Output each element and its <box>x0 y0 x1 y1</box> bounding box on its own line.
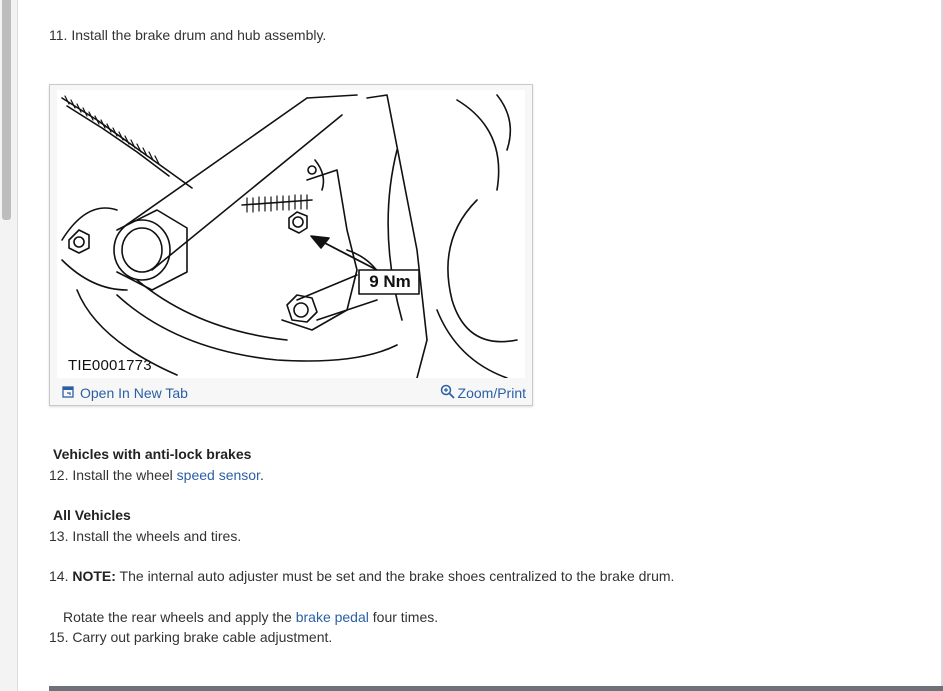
bottom-divider-bar <box>49 686 943 691</box>
note-text: The internal auto adjuster must be set a… <box>115 568 675 584</box>
figure-caption: TIE0001773 <box>68 357 152 374</box>
step-text-after: . <box>259 467 264 483</box>
step-text-before: Rotate the rear wheels and apply the <box>63 609 296 625</box>
open-new-tab-icon <box>62 385 74 401</box>
step-number: 14. <box>49 568 69 584</box>
brake-diagram-image[interactable]: 9 Nm TIE0001773 <box>57 90 525 378</box>
step-number: 13. <box>49 528 69 544</box>
step-number: 12. <box>49 467 69 483</box>
figure-links: Open In New Tab Zoom/Print <box>50 381 532 405</box>
all-vehicles-subheading: All Vehicles <box>53 507 131 523</box>
step-text-before: Install the wheel <box>72 467 177 483</box>
note-label: NOTE: <box>72 568 116 584</box>
brake-pedal-link[interactable]: brake pedal <box>296 609 369 625</box>
step-text: Install the brake drum and hub assembly. <box>71 27 327 43</box>
zoom-print-link[interactable]: Zoom/Print <box>440 384 526 402</box>
step-11: 11. Install the brake drum and hub assem… <box>49 27 326 43</box>
diagram-figure: 9 Nm TIE0001773 Open In New Tab Zoom/Pri… <box>49 84 533 406</box>
step-text: Install the wheels and tires. <box>72 528 242 544</box>
open-in-new-tab-label[interactable]: Open In New Tab <box>80 385 188 401</box>
abs-subheading: Vehicles with anti-lock brakes <box>53 446 252 462</box>
step-13: 13. Install the wheels and tires. <box>49 528 241 544</box>
speed-sensor-link[interactable]: speed sensor <box>177 467 260 483</box>
step-12: 12. Install the wheel speed sensor. <box>49 467 264 483</box>
step-number: 15. <box>49 629 69 645</box>
open-in-new-tab-link[interactable]: Open In New Tab <box>62 385 188 401</box>
step-15: 15. Carry out parking brake cable adjust… <box>49 629 332 645</box>
torque-callout: 9 Nm <box>369 272 411 291</box>
step-number: 11. <box>49 27 68 43</box>
left-scrollbar[interactable] <box>0 0 18 691</box>
zoom-icon <box>440 384 455 402</box>
zoom-print-label[interactable]: Zoom/Print <box>458 385 526 401</box>
step-14-detail: Rotate the rear wheels and apply the bra… <box>63 609 438 625</box>
step-text-after: four times. <box>368 609 439 625</box>
step-14: 14. NOTE: The internal auto adjuster mus… <box>49 568 674 584</box>
scrollbar-thumb[interactable] <box>2 0 11 220</box>
step-text: Carry out parking brake cable adjustment… <box>72 629 333 645</box>
